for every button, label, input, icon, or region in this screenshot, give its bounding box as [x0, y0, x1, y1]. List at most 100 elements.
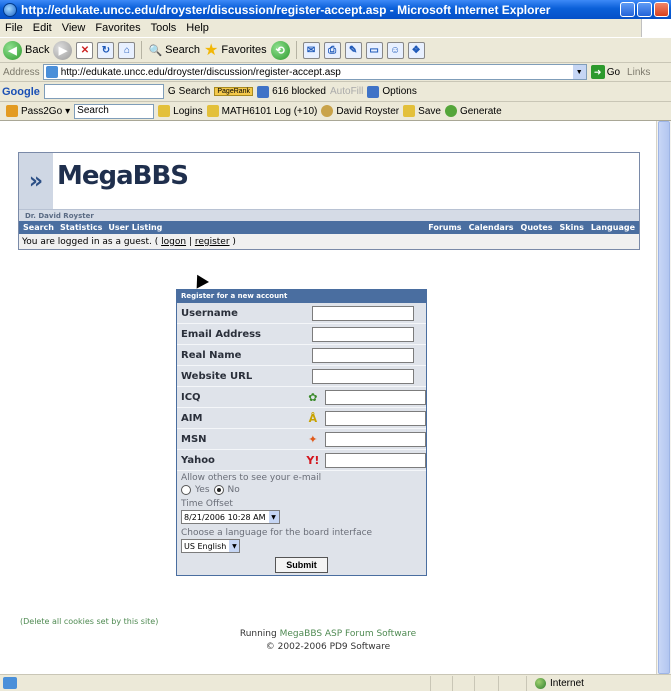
logon-link[interactable]: logon: [161, 237, 186, 247]
window-titlebar: http://edukate.uncc.edu/droyster/discuss…: [0, 0, 671, 19]
user-link[interactable]: David Royster: [321, 105, 399, 117]
msn-label: MSN: [181, 433, 207, 445]
yahoo-label: Yahoo: [181, 454, 215, 466]
email-input[interactable]: [312, 326, 414, 342]
page-icon: [45, 66, 58, 78]
no-label: No: [227, 485, 240, 495]
stop-button[interactable]: ✕: [76, 41, 94, 59]
google-options-button[interactable]: Options: [367, 85, 417, 98]
nav-language[interactable]: Language: [591, 223, 635, 232]
menu-tools[interactable]: Tools: [146, 22, 182, 34]
language-select[interactable]: US English ▼: [181, 539, 241, 553]
pass2go-label: Pass2Go: [21, 105, 63, 117]
nav-forums[interactable]: Forums: [428, 223, 461, 232]
pagerank-badge[interactable]: PageRank: [214, 87, 254, 96]
edit-button[interactable]: ✎: [344, 41, 362, 59]
math6101-icon: [206, 105, 219, 117]
popup-blocked-button[interactable]: 616 blocked: [257, 85, 326, 98]
time-offset-select[interactable]: 8/21/2006 10:28 AM ▼: [181, 510, 280, 524]
menu-edit[interactable]: Edit: [28, 22, 57, 34]
history-button[interactable]: ⟲: [270, 40, 290, 60]
go-button[interactable]: ➜ Go: [587, 65, 624, 79]
nav-user-listing[interactable]: User Listing: [108, 223, 162, 232]
delete-cookies-link[interactable]: (Delete all cookies set by this site): [20, 617, 158, 626]
bbs-header: » MegaBBS Dr. David Royster Search Stati…: [18, 152, 640, 250]
msn-input[interactable]: [324, 431, 427, 447]
pass2go-search-input[interactable]: Search: [74, 103, 155, 119]
links-toolbar: Pass2Go ▾ Search Logins MATH6101 Log (+1…: [0, 102, 671, 121]
real-name-label: Real Name: [181, 349, 242, 361]
search-button[interactable]: 🔍 Search: [148, 44, 200, 57]
forward-button[interactable]: ▶: [53, 40, 73, 60]
nav-calendars[interactable]: Calendars: [469, 223, 514, 232]
aim-label: AIM: [181, 412, 203, 424]
website-input[interactable]: [312, 368, 414, 384]
register-link[interactable]: register: [195, 237, 230, 247]
email-visible-no-radio[interactable]: [213, 485, 224, 495]
megabbs-software-link[interactable]: MegaBBS ASP Forum Software: [280, 629, 417, 639]
generate-icon: [444, 105, 457, 117]
google-logo[interactable]: Google: [2, 86, 40, 98]
google-search-button[interactable]: G Search: [168, 86, 210, 97]
address-url: http://edukate.uncc.edu/droyster/discuss…: [60, 66, 341, 78]
page-status-icon: [3, 677, 17, 689]
time-offset-value: 8/21/2006 10:28 AM: [184, 512, 266, 522]
google-g-icon: G: [167, 86, 176, 97]
menu-file[interactable]: File: [0, 22, 28, 34]
nav-search[interactable]: Search: [23, 223, 54, 232]
menu-help[interactable]: Help: [181, 22, 214, 34]
close-button[interactable]: [654, 2, 669, 17]
favorites-button[interactable]: ★ Favorites: [204, 40, 267, 60]
print-button[interactable]: ⎙: [323, 41, 341, 59]
messenger-button[interactable]: ☺: [386, 41, 404, 59]
refresh-button[interactable]: ↻: [97, 41, 115, 59]
register-form-heading: Register for a new account: [177, 290, 426, 303]
maximize-button[interactable]: [637, 2, 652, 17]
minimize-button[interactable]: [620, 2, 635, 17]
internet-explorer-icon: [3, 2, 17, 17]
email-visible-yes-radio[interactable]: [181, 485, 191, 495]
megabbs-logo[interactable]: MegaBBS: [57, 161, 189, 191]
pass2go-button[interactable]: Pass2Go ▾: [6, 105, 70, 117]
aim-input[interactable]: [324, 410, 427, 426]
favorites-label: Favorites: [221, 44, 267, 56]
yahoo-input[interactable]: [324, 452, 427, 468]
google-search-input[interactable]: [43, 84, 164, 99]
generate-label: Generate: [459, 105, 502, 117]
vertical-scrollbar[interactable]: [656, 121, 671, 674]
yes-label: Yes: [195, 485, 210, 495]
menu-view[interactable]: View: [57, 22, 91, 34]
folder-button[interactable]: ▭: [365, 41, 383, 59]
user-icon: [321, 105, 334, 117]
research-button[interactable]: ❖: [407, 41, 425, 59]
logins-button[interactable]: Logins: [158, 105, 203, 117]
address-input[interactable]: http://edukate.uncc.edu/droyster/discuss…: [42, 64, 587, 80]
links-label[interactable]: Links: [624, 67, 653, 78]
msn-butterfly-icon: ✦: [308, 432, 318, 446]
math6101-link[interactable]: MATH6101 Log (+10): [206, 105, 317, 117]
toolbar-separator: [141, 41, 143, 59]
email-visibility-block: Allow others to see your e-mail Yes No: [177, 471, 426, 497]
icq-row: ICQ ✿: [177, 387, 427, 408]
username-input[interactable]: [312, 305, 414, 321]
zone-label: Internet: [550, 678, 584, 689]
icq-input[interactable]: [324, 389, 427, 405]
scrollbar-thumb[interactable]: [658, 121, 670, 674]
save-button[interactable]: Save: [403, 105, 441, 117]
google-search-label: Search: [178, 86, 211, 97]
generate-button[interactable]: Generate: [444, 105, 502, 117]
nav-statistics[interactable]: Statistics: [60, 223, 102, 232]
back-button[interactable]: ◀ Back: [3, 40, 49, 60]
mail-button[interactable]: ✉: [302, 41, 320, 59]
email-visibility-label: Allow others to see your e-mail: [181, 473, 322, 483]
menu-favorites[interactable]: Favorites: [90, 22, 145, 34]
submit-button[interactable]: Submit: [275, 557, 328, 573]
logins-label: Logins: [173, 105, 203, 117]
nav-skins[interactable]: Skins: [560, 223, 584, 232]
address-dropdown-icon[interactable]: ▼: [572, 65, 586, 79]
real-name-input[interactable]: [312, 347, 414, 363]
home-button[interactable]: ⌂: [118, 41, 136, 59]
bbs-owner: Dr. David Royster: [19, 209, 639, 221]
nav-quotes[interactable]: Quotes: [521, 223, 553, 232]
autofill-button[interactable]: AutoFill: [330, 86, 363, 97]
